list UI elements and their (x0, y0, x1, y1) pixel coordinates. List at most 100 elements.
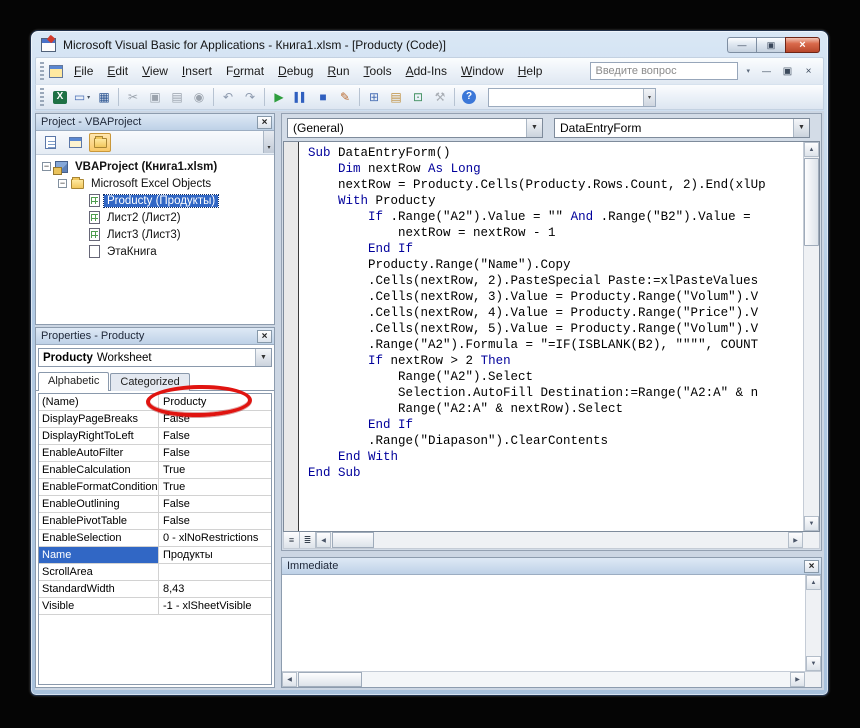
property-name[interactable]: EnableCalculation (39, 462, 159, 478)
horizontal-scroll-track[interactable] (374, 532, 788, 548)
scroll-right-button[interactable]: ▶ (788, 532, 803, 548)
property-name[interactable]: EnableSelection (39, 530, 159, 546)
scroll-up-button[interactable]: ▲ (806, 575, 821, 590)
property-row-enableformatcondition[interactable]: EnableFormatConditionTrue (39, 479, 271, 496)
question-dropdown-icon[interactable]: ▾ (738, 67, 756, 75)
object-dropdown-button[interactable]: ▼ (526, 119, 542, 137)
design-mode-button[interactable]: ✎ (334, 87, 356, 107)
property-row-enableoutlining[interactable]: EnableOutliningFalse (39, 496, 271, 513)
menu-item-insert[interactable]: Insert (175, 60, 219, 83)
window-minimize-button[interactable]: — (727, 37, 756, 53)
menubar-grip[interactable] (40, 62, 44, 80)
break-button[interactable]: ▌▌ (290, 87, 312, 107)
code-horizontal-scrollbar[interactable]: ≡ ≣ ◀ ▶ (283, 532, 820, 549)
code-window-icon[interactable] (49, 65, 63, 78)
property-value[interactable]: False (159, 496, 271, 512)
properties-panel-header[interactable]: Properties - Producty × (36, 328, 274, 345)
vertical-scroll-track[interactable] (804, 247, 819, 516)
full-module-view-button[interactable]: ≣ (300, 532, 316, 548)
scroll-left-button[interactable]: ◀ (316, 532, 331, 548)
window-restore-button[interactable]: ▣ (756, 37, 785, 53)
menu-item-file[interactable]: File (67, 60, 100, 83)
code-vertical-scrollbar[interactable]: ▲ ▼ (803, 142, 819, 531)
run-sub-button[interactable]: ▶ (268, 87, 290, 107)
property-name[interactable]: Visible (39, 598, 159, 614)
object-selector-dropdown-button[interactable]: ▼ (255, 349, 271, 366)
combo-dropdown-icon[interactable]: ▾ (643, 89, 655, 106)
code-margin-indicator-bar[interactable] (284, 142, 299, 531)
property-row-displaypagebreaks[interactable]: DisplayPageBreaksFalse (39, 411, 271, 428)
property-row-enableselection[interactable]: EnableSelection0 - xlNoRestrictions (39, 530, 271, 547)
property-name[interactable]: EnablePivotTable (39, 513, 159, 529)
property-row-standardwidth[interactable]: StandardWidth8,43 (39, 581, 271, 598)
property-name[interactable]: StandardWidth (39, 581, 159, 597)
view-object-button[interactable] (64, 133, 86, 152)
menu-item-edit[interactable]: Edit (100, 60, 135, 83)
property-name[interactable]: DisplayPageBreaks (39, 411, 159, 427)
window-close-button[interactable]: × (785, 37, 820, 53)
property-value[interactable]: False (159, 513, 271, 529)
scroll-down-button[interactable]: ▼ (804, 516, 819, 531)
immediate-horizontal-scrollbar[interactable]: ◀ ▶ (282, 671, 821, 687)
property-name[interactable]: EnableOutlining (39, 496, 159, 512)
dropdown-caret-icon[interactable]: ▾ (87, 94, 90, 101)
horizontal-scroll-track[interactable] (362, 672, 790, 687)
menu-item-view[interactable]: View (135, 60, 175, 83)
property-value[interactable]: False (159, 445, 271, 461)
tree-expander-icon[interactable]: − (58, 179, 67, 188)
view-microsoft-excel-button[interactable]: X (49, 87, 71, 107)
title-bar[interactable]: Microsoft Visual Basic for Applications … (31, 31, 828, 57)
menu-item-format[interactable]: Format (219, 60, 271, 83)
procedure-dropdown[interactable]: DataEntryForm ▼ (554, 118, 810, 138)
save-button[interactable]: ▦ (93, 87, 115, 107)
toolbar-overflow-button[interactable]: ▾ (263, 131, 274, 153)
property-value[interactable]: -1 - xlSheetVisible (159, 598, 271, 614)
project-panel-close-button[interactable]: × (257, 116, 272, 129)
help-button[interactable]: ? (458, 87, 480, 107)
object-selector-combo[interactable]: Producty Worksheet ▼ (38, 348, 272, 367)
property-row-scrollarea[interactable]: ScrollArea (39, 564, 271, 581)
insert-userform-button[interactable]: ▭▾ (71, 87, 93, 107)
child-close-button[interactable]: × (798, 62, 819, 80)
project-explorer-button[interactable]: ⊞ (363, 87, 385, 107)
tree-item-лист3-лист3[interactable]: Лист3 (Лист3) (36, 226, 274, 243)
toolbar-grip[interactable] (40, 88, 44, 106)
toggle-folders-button[interactable] (89, 133, 111, 152)
immediate-input-area[interactable] (282, 575, 805, 671)
property-row-enablepivottable[interactable]: EnablePivotTableFalse (39, 513, 271, 530)
property-value[interactable]: 8,43 (159, 581, 271, 597)
property-row-enablecalculation[interactable]: EnableCalculationTrue (39, 462, 271, 479)
property-name[interactable]: ScrollArea (39, 564, 159, 580)
immediate-window-close-button[interactable]: × (804, 560, 819, 573)
property-name[interactable]: (Name) (39, 394, 159, 410)
tree-item-этакнига[interactable]: ЭтаКнига (36, 243, 274, 260)
menu-item-run[interactable]: Run (320, 60, 356, 83)
property-row-visible[interactable]: Visible-1 - xlSheetVisible (39, 598, 271, 615)
question-search-input[interactable] (590, 62, 738, 80)
property-value[interactable]: True (159, 479, 271, 495)
menu-item-help[interactable]: Help (511, 60, 550, 83)
child-minimize-button[interactable]: — (756, 62, 777, 80)
procedure-view-button[interactable]: ≡ (284, 532, 300, 548)
property-name[interactable]: EnableAutoFilter (39, 445, 159, 461)
tree-item-vbaproject-книга1-xlsm[interactable]: −VBAProject (Книга1.xlsm) (36, 158, 274, 175)
menu-item-debug[interactable]: Debug (271, 60, 320, 83)
reset-button[interactable]: ■ (312, 87, 334, 107)
menu-item-tools[interactable]: Tools (357, 60, 399, 83)
object-browser-button[interactable]: ⊡ (407, 87, 429, 107)
immediate-window-header[interactable]: Immediate × (282, 558, 821, 575)
property-value[interactable]: False (159, 428, 271, 444)
scroll-down-button[interactable]: ▼ (806, 656, 821, 671)
tree-item-producty-продукты[interactable]: Producty (Продукты) (36, 192, 274, 209)
properties-panel-close-button[interactable]: × (257, 330, 272, 343)
properties-window-button[interactable]: ▤ (385, 87, 407, 107)
object-dropdown[interactable]: (General) ▼ (287, 118, 543, 138)
property-row-enableautofilter[interactable]: EnableAutoFilterFalse (39, 445, 271, 462)
code-editor[interactable]: Sub DataEntryForm() Dim nextRow As Long … (299, 142, 803, 531)
toolbar-combo-box[interactable]: ▾ (488, 88, 656, 107)
tab-alphabetic[interactable]: Alphabetic (38, 372, 109, 391)
child-restore-button[interactable]: ▣ (777, 62, 798, 80)
menu-item-window[interactable]: Window (454, 60, 511, 83)
property-name[interactable]: DisplayRightToLeft (39, 428, 159, 444)
vertical-scroll-track[interactable] (806, 590, 821, 656)
